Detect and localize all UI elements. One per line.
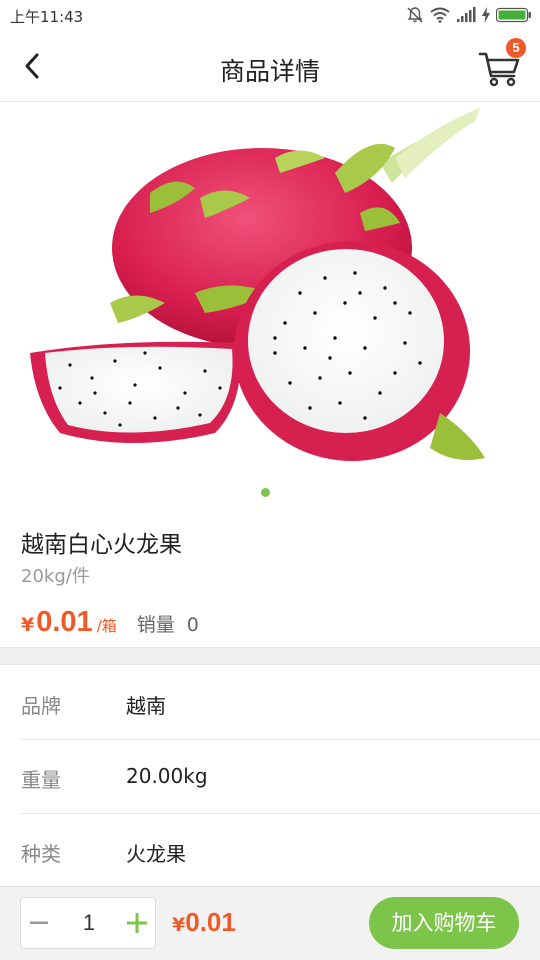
product-name: 越南白心火龙果 [21, 532, 182, 558]
signal-icon [457, 7, 476, 22]
total-value: 0.01 [185, 907, 236, 937]
cart-button[interactable]: 5 [478, 38, 526, 90]
mute-icon [407, 7, 423, 23]
quantity-stepper: 1 [20, 897, 156, 949]
attribute-row-brand: 品牌 越南 [21, 666, 540, 740]
attribute-label: 种类 [21, 842, 61, 866]
carousel-indicator-dot[interactable] [261, 488, 270, 497]
increase-quantity-button[interactable] [119, 898, 155, 948]
plus-icon [127, 913, 147, 933]
product-image [30, 108, 485, 461]
bottom-action-bar: 1 ¥ 0.01 加入购物车 [0, 886, 540, 960]
attribute-row-weight: 重量 20.00kg [21, 740, 540, 814]
attribute-value: 20.00kg [126, 764, 208, 788]
price-unit: /箱 [96, 617, 117, 635]
sales-value: 0 [186, 614, 199, 636]
section-divider [0, 647, 540, 665]
page-title: 商品详情 [219, 57, 320, 86]
price-currency: ¥ [21, 614, 35, 636]
decrease-quantity-button[interactable] [21, 898, 57, 948]
status-bar: 上午11:43 [0, 0, 540, 30]
wifi-icon [430, 7, 450, 23]
add-to-cart-button[interactable]: 加入购物车 [369, 897, 519, 949]
attribute-value: 越南 [126, 694, 166, 718]
product-spec: 20kg/件 [21, 566, 90, 587]
header: 商品详情 5 [0, 30, 540, 102]
price-row: ¥ 0.01 /箱 销量 0 [21, 606, 199, 642]
status-icons [406, 5, 532, 25]
price-value: 0.01 [36, 606, 93, 638]
status-time: 上午11:43 [10, 8, 84, 26]
quantity-value[interactable]: 1 [57, 898, 121, 948]
attribute-label: 重量 [21, 768, 61, 792]
attribute-row-category: 种类 火龙果 [21, 814, 540, 888]
attribute-label: 品牌 [21, 694, 61, 718]
attribute-value: 火龙果 [126, 842, 186, 866]
product-image-carousel[interactable] [0, 103, 540, 508]
total-currency: ¥ [172, 914, 186, 936]
minus-icon [30, 921, 48, 924]
charging-icon [482, 7, 490, 23]
cart-badge: 5 [506, 38, 526, 58]
total-price: ¥ 0.01 [172, 907, 236, 938]
battery-icon [496, 7, 531, 23]
sales-label: 销量 [136, 614, 175, 636]
